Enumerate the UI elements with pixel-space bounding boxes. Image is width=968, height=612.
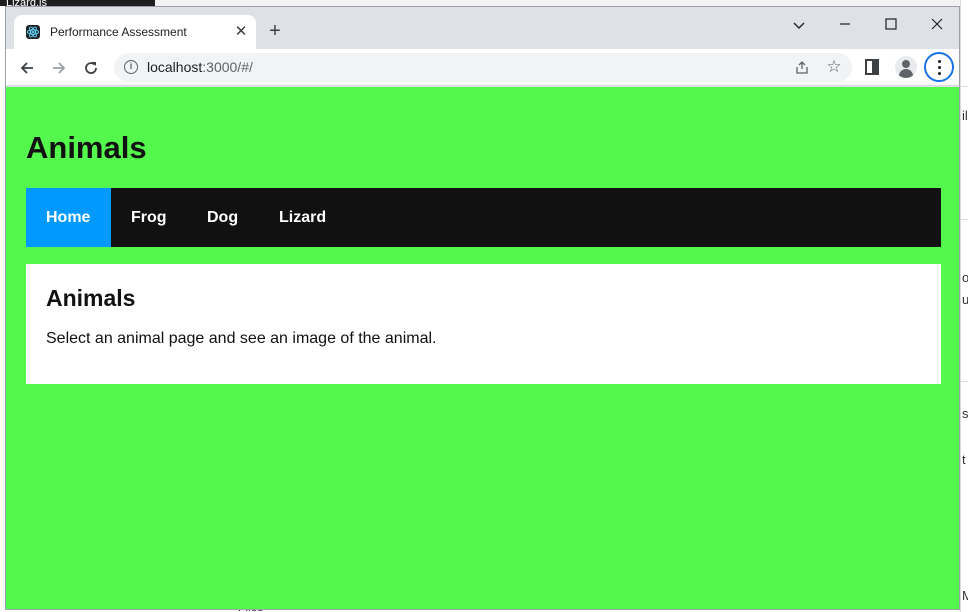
nav-item-dog[interactable]: Dog bbox=[187, 188, 258, 247]
side-panel-icon[interactable] bbox=[865, 59, 879, 75]
maximize-button[interactable] bbox=[868, 13, 914, 37]
arrow-left-icon bbox=[20, 62, 33, 74]
title-bar: Performance Assessment ✕ + bbox=[6, 7, 959, 49]
chevron-down-icon bbox=[793, 22, 805, 29]
avatar-body bbox=[899, 69, 913, 78]
more-menu-icon[interactable] bbox=[924, 52, 954, 82]
url-text[interactable]: localhost:3000/#/ bbox=[147, 59, 253, 75]
new-tab-button[interactable]: + bbox=[264, 21, 286, 43]
page-title: Animals bbox=[26, 130, 147, 165]
background-editor-panel: il o ur s t Mi bbox=[960, 0, 968, 612]
background-text-fragment: Mi bbox=[962, 588, 968, 603]
close-window-button[interactable] bbox=[914, 13, 959, 37]
share-icon[interactable] bbox=[792, 58, 812, 78]
arrow-right-icon bbox=[53, 62, 66, 74]
minimize-icon bbox=[840, 23, 850, 25]
browser-toolbar: i localhost:3000/#/ ☆ bbox=[6, 49, 959, 86]
background-text-fragment: t bbox=[962, 452, 966, 467]
avatar-head bbox=[902, 60, 910, 68]
background-divider bbox=[961, 381, 968, 382]
forward-button[interactable] bbox=[46, 55, 72, 81]
tab-title: Performance Assessment bbox=[50, 25, 187, 39]
page-viewport: Animals Home Frog Dog Lizard Animals Sel… bbox=[6, 87, 959, 609]
content-text: Select an animal page and see an image o… bbox=[46, 330, 437, 347]
profile-avatar-icon[interactable] bbox=[895, 56, 917, 78]
background-text-fragment: s bbox=[962, 406, 968, 421]
site-info-icon[interactable]: i bbox=[124, 60, 138, 74]
browser-window: Performance Assessment ✕ + i localhost:3… bbox=[5, 6, 960, 610]
address-bar[interactable]: i localhost:3000/#/ ☆ bbox=[114, 53, 852, 82]
reload-button[interactable] bbox=[78, 55, 104, 81]
nav-item-lizard[interactable]: Lizard bbox=[259, 188, 346, 247]
react-favicon-icon bbox=[26, 25, 40, 39]
content-heading: Animals bbox=[46, 285, 136, 311]
background-text-fragment: il bbox=[962, 108, 968, 123]
close-icon bbox=[931, 18, 943, 30]
background-divider bbox=[961, 219, 968, 220]
background-text-fragment: ur bbox=[962, 292, 968, 307]
main-nav: Home Frog Dog Lizard bbox=[26, 188, 941, 247]
maximize-icon bbox=[885, 18, 897, 30]
tab-search-button[interactable] bbox=[776, 13, 822, 37]
background-text-fragment: o bbox=[962, 270, 968, 285]
nav-item-frog[interactable]: Frog bbox=[111, 188, 187, 247]
url-path: :3000/#/ bbox=[202, 59, 253, 75]
back-button[interactable] bbox=[14, 55, 40, 81]
browser-tab[interactable]: Performance Assessment ✕ bbox=[14, 15, 256, 49]
tab-close-icon[interactable]: ✕ bbox=[232, 23, 250, 41]
reload-icon bbox=[85, 62, 97, 74]
background-divider bbox=[961, 86, 968, 87]
nav-item-home[interactable]: Home bbox=[26, 188, 111, 247]
url-host: localhost bbox=[147, 59, 203, 75]
content-card: Animals Select an animal page and see an… bbox=[26, 264, 941, 384]
minimize-button[interactable] bbox=[822, 13, 868, 37]
bookmark-star-icon[interactable]: ☆ bbox=[824, 57, 844, 77]
